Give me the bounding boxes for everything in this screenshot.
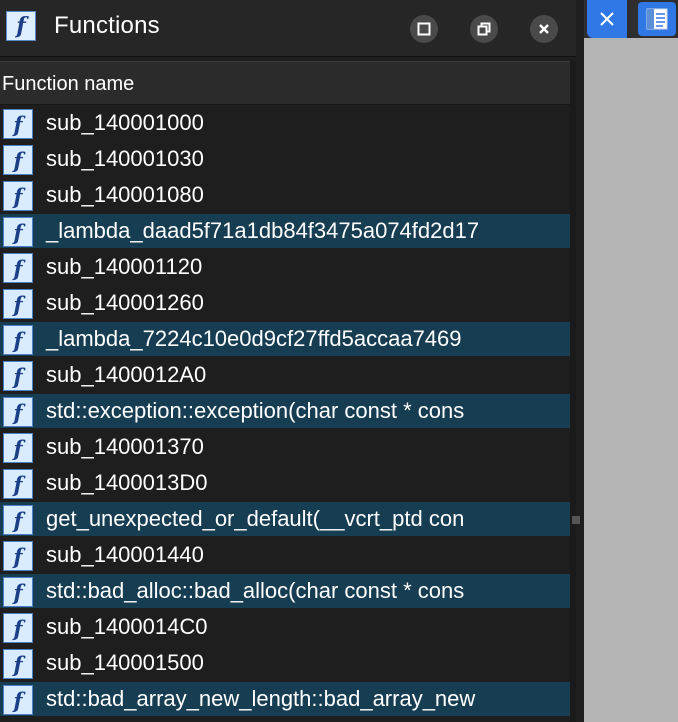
panel-titlebar: f Functions <box>0 0 576 57</box>
restore-button[interactable] <box>470 15 498 43</box>
function-row[interactable]: f _lambda_7224c10e0d9cf27ffd5accaa7469 <box>0 322 570 356</box>
disassembly-view-area <box>584 0 678 722</box>
function-f-icon: f <box>3 325 33 355</box>
close-button[interactable] <box>530 15 558 43</box>
function-f-icon: f <box>3 289 33 319</box>
vertical-scrollbar[interactable] <box>570 61 576 722</box>
function-f-icon: f <box>3 361 33 391</box>
function-f-icon: f <box>3 685 33 715</box>
function-row[interactable]: f sub_140001000 <box>0 106 570 140</box>
function-f-icon: f <box>6 11 36 41</box>
function-name: sub_1400013D0 <box>46 470 208 495</box>
function-f-icon: f <box>3 253 33 283</box>
column-header-function-name[interactable]: Function name <box>0 61 570 105</box>
function-row[interactable]: f sub_1400012A0 <box>0 358 570 392</box>
function-f-icon: f <box>3 397 33 427</box>
function-row[interactable]: f sub_140001440 <box>0 538 570 572</box>
function-name: _lambda_daad5f71a1db84f3475a074fd2d17 <box>46 218 480 243</box>
column-header-label: Function name <box>2 73 135 95</box>
scrollbar-thumb[interactable] <box>572 516 580 524</box>
function-name: get_unexpected_or_default(__vcrt_ptd con <box>46 506 465 531</box>
function-row[interactable]: f _lambda_daad5f71a1db84f3475a074fd2d17 <box>0 214 570 248</box>
function-name: sub_140001080 <box>46 182 204 207</box>
function-name: sub_140001260 <box>46 290 204 315</box>
function-f-icon: f <box>3 505 33 535</box>
function-f-icon: f <box>3 469 33 499</box>
function-row[interactable]: f std::exception::exception(char const * … <box>0 394 570 428</box>
close-tab-button[interactable] <box>587 0 627 38</box>
function-f-icon: f <box>3 541 33 571</box>
panel-title: Functions <box>54 12 160 39</box>
function-name: _lambda_7224c10e0d9cf27ffd5accaa7469 <box>46 326 462 351</box>
function-name: sub_140001030 <box>46 146 204 171</box>
function-f-icon: f <box>3 577 33 607</box>
function-name: sub_140001500 <box>46 650 204 675</box>
function-f-icon: f <box>3 649 33 679</box>
function-row[interactable]: f sub_1400014C0 <box>0 610 570 644</box>
function-name: sub_140001000 <box>46 110 204 135</box>
maximize-button[interactable] <box>410 15 438 43</box>
function-name: sub_140001370 <box>46 434 204 459</box>
function-row[interactable]: f sub_140001260 <box>0 286 570 320</box>
function-row[interactable]: f sub_140001500 <box>0 646 570 680</box>
functions-panel: f Functions Function name f sub_140001000… <box>0 0 576 722</box>
function-f-icon: f <box>3 217 33 247</box>
document-view-icon <box>646 8 668 30</box>
function-name: std::bad_array_new_length::bad_array_new <box>46 686 476 711</box>
function-name: sub_1400014C0 <box>46 614 208 639</box>
function-row[interactable]: f std::bad_alloc::bad_alloc(char const * … <box>0 574 570 608</box>
function-f-icon: f <box>3 145 33 175</box>
document-view-tab[interactable] <box>638 2 676 36</box>
maximize-icon <box>417 22 431 36</box>
function-row[interactable]: f get_unexpected_or_default(__vcrt_ptd co… <box>0 502 570 536</box>
function-f-icon: f <box>3 181 33 211</box>
function-f-icon: f <box>3 613 33 643</box>
function-row[interactable]: f sub_140001030 <box>0 142 570 176</box>
function-row[interactable]: f sub_1400013D0 <box>0 466 570 500</box>
function-row[interactable]: f sub_140001120 <box>0 250 570 284</box>
function-row[interactable]: f sub_140001370 <box>0 430 570 464</box>
function-row[interactable]: f sub_140001080 <box>0 178 570 212</box>
function-list[interactable]: f sub_140001000 f sub_140001030 f sub_1400010… <box>0 106 570 722</box>
function-name: sub_1400012A0 <box>46 362 207 387</box>
function-name: std::bad_alloc::bad_alloc(char const * c… <box>46 578 465 603</box>
close-icon <box>539 24 549 34</box>
function-name: sub_140001120 <box>46 254 203 279</box>
function-f-icon: f <box>3 433 33 463</box>
function-name: sub_140001440 <box>46 542 204 567</box>
close-tab-icon <box>600 12 614 26</box>
function-row[interactable]: f std::bad_array_new_length::bad_array_ne… <box>0 682 570 716</box>
function-f-icon: f <box>3 109 33 139</box>
restore-icon <box>477 22 491 36</box>
function-name: std::exception::exception(char const * c… <box>46 398 465 423</box>
